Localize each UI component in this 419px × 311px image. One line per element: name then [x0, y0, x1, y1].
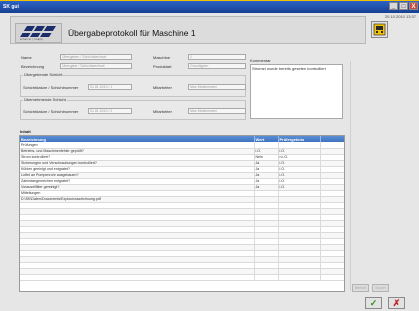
uebergebende-label: Übergebende Schicht: [23, 72, 64, 77]
mitarbeiter-field-2[interactable]: Max Mustermann: [188, 108, 246, 114]
table-cell: [320, 274, 344, 281]
table-row[interactable]: [20, 274, 344, 281]
table-cell: [254, 274, 279, 281]
close-button[interactable]: X: [409, 2, 418, 10]
table-cell: [278, 274, 321, 281]
maschine-field[interactable]: 1: [188, 54, 246, 60]
bezeichnung-label: Bezeichnung: [21, 64, 45, 69]
bericht-button[interactable]: Bericht: [352, 284, 369, 292]
window-title: SK gui: [3, 4, 19, 10]
mitarbeiter-label-2: Mitarbeiter: [153, 109, 172, 114]
minimize-button[interactable]: _: [389, 2, 398, 10]
kommentar-textarea[interactable]: Stromzt wurde bereits geseten kontrollie…: [250, 64, 343, 119]
table-body: Prüfungen Betriebs- und Maschinenfehler g…: [20, 142, 344, 281]
title-bar: SK gui _ □ X: [0, 1, 419, 13]
produktart-label: Produktart: [153, 64, 172, 69]
mitarbeiter-field-1[interactable]: Max Mustermann: [188, 84, 246, 90]
inhalt-label: Inhalt: [20, 129, 31, 134]
kommentar-label: Kommentar: [250, 58, 271, 63]
maximize-button[interactable]: □: [399, 2, 408, 10]
logo-mark-icon: [20, 26, 57, 37]
app-window: SK gui _ □ X 20.10.2010 13:37 scherrer |…: [0, 1, 419, 311]
name-field[interactable]: Übergaben / Schichtwechsel: [60, 54, 132, 60]
schichtdatum-field-1[interactable]: 01.01.2010 / 1: [88, 84, 132, 90]
export-button[interactable]: Export: [372, 284, 389, 292]
machine-shortcut-button[interactable]: [371, 21, 388, 38]
produktart-field[interactable]: Grundtypen: [188, 63, 246, 69]
bezeichnung-field[interactable]: Übergabe / Schichtwechsel: [60, 63, 132, 69]
protocol-table: Bezeichnung Wert Prüfergebnis Prüfungen Bet…: [19, 135, 345, 292]
datetime: 20.10.2010 13:37: [384, 14, 416, 19]
schichtdatum-label-1: Schichtdatum / Schichtnummer: [23, 85, 79, 90]
divider: [350, 61, 351, 291]
ok-button[interactable]: ✓: [365, 297, 382, 309]
company-logo: scherrer | knapp: [15, 23, 62, 43]
logo-subtext: scherrer | knapp: [20, 38, 43, 41]
maschine-label: Maschine: [153, 55, 171, 60]
uebernehmende-label: Übernehmende Schicht: [23, 97, 67, 102]
schichtdatum-label-2: Schichtdatum / Schichtnummer: [23, 109, 79, 114]
machine-icon: [373, 23, 386, 36]
table-cell: [20, 274, 255, 281]
mitarbeiter-label-1: Mitarbeiter: [153, 85, 172, 90]
name-label: Name: [21, 55, 32, 60]
schichtdatum-field-2[interactable]: 01.01.2010 / 2: [88, 108, 132, 114]
window-controls: _ □ X: [389, 2, 418, 10]
cancel-button[interactable]: ✗: [388, 297, 405, 309]
page-title: Übergabeprotokoll für Maschine 1: [68, 28, 196, 38]
